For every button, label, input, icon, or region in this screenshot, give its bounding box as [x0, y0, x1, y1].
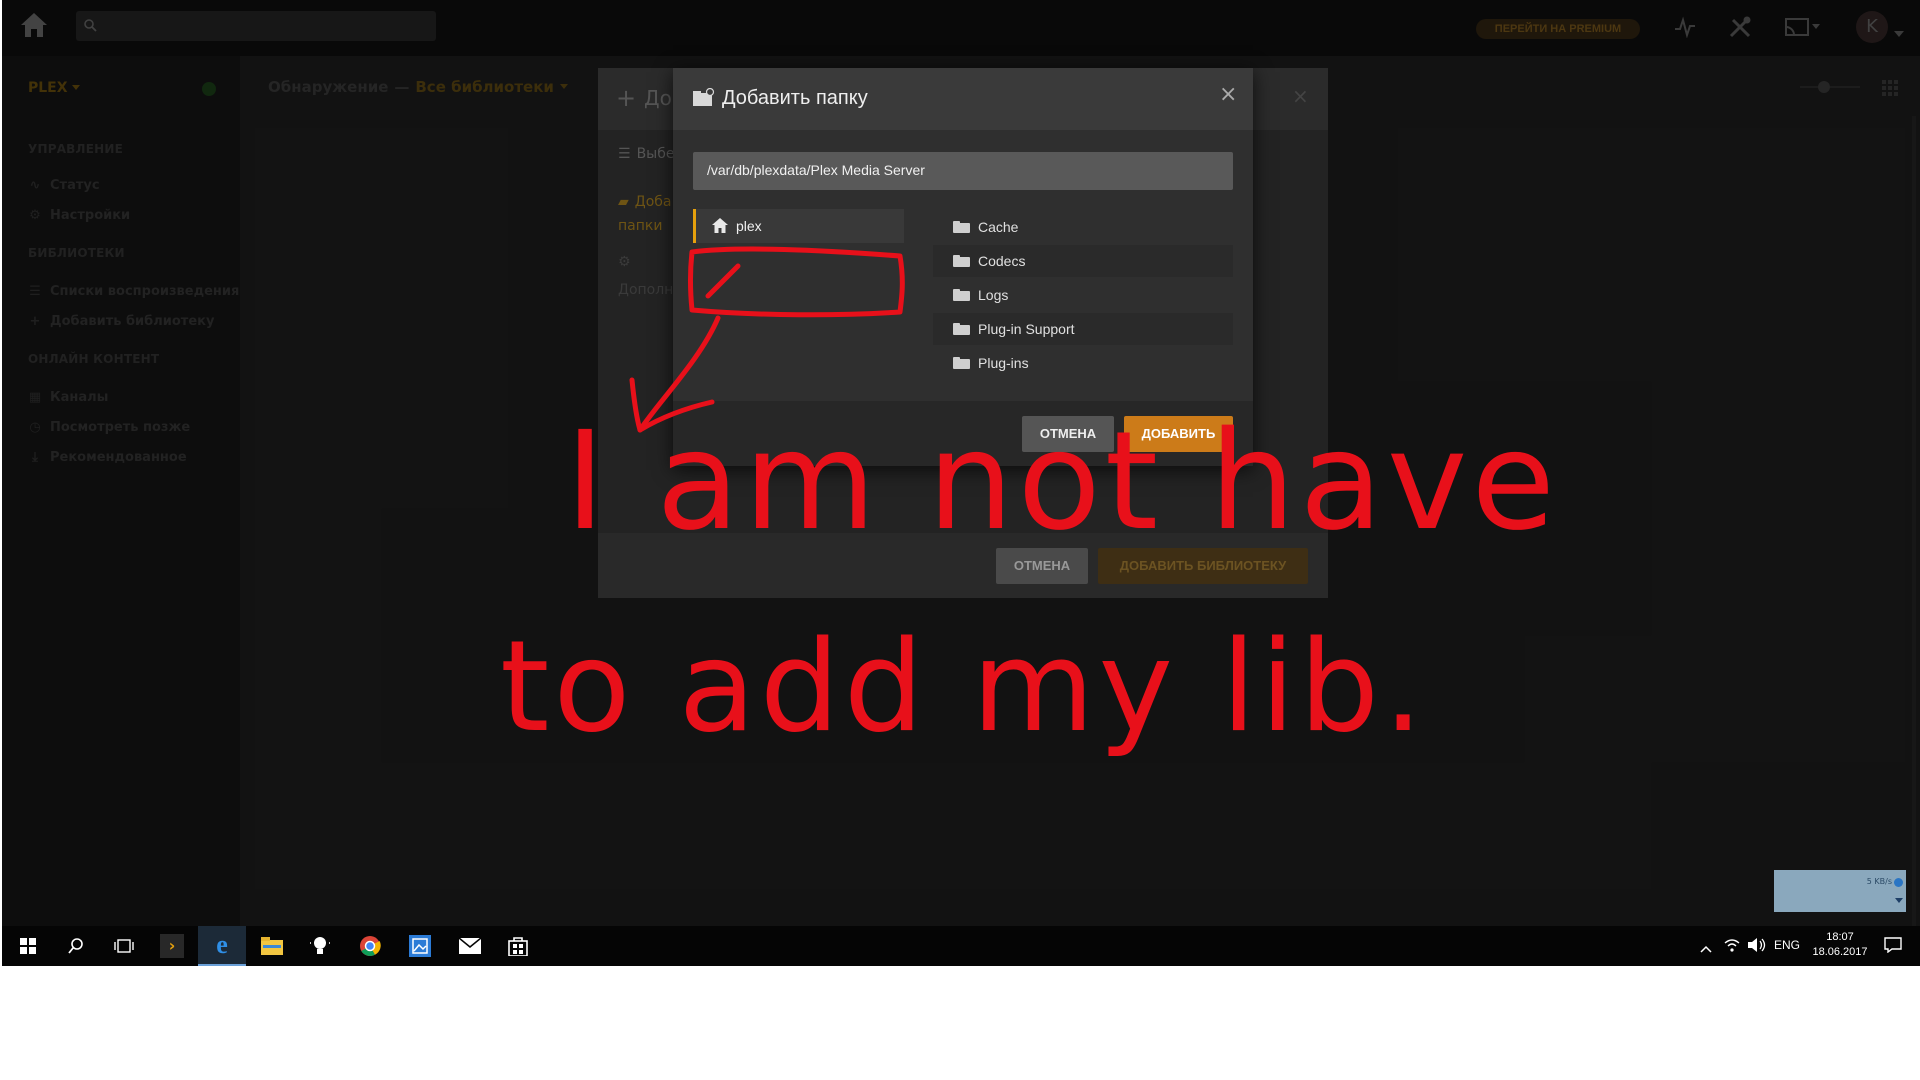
- clock-date: 18.06.2017: [1812, 946, 1868, 958]
- handwritten-annotation: I am not have to add my lib.: [500, 246, 1559, 760]
- notifications-icon[interactable]: [1884, 937, 1902, 957]
- file-explorer-icon[interactable]: [248, 926, 296, 966]
- photo-app-icon[interactable]: [396, 926, 444, 966]
- clock-time: 18:07: [1826, 931, 1854, 943]
- annotation-line1: I am not have: [565, 403, 1559, 561]
- search-icon[interactable]: [52, 926, 100, 966]
- plex-app-icon[interactable]: ›: [148, 926, 196, 966]
- check-mark: [705, 263, 741, 299]
- network-wifi-icon[interactable]: [1724, 937, 1740, 956]
- edge-browser-icon[interactable]: e: [198, 926, 246, 966]
- clock[interactable]: 18:07 18.06.2017: [1810, 930, 1870, 960]
- mail-icon[interactable]: [446, 926, 494, 966]
- volume-icon[interactable]: [1748, 937, 1766, 956]
- annotation-line2: to add my lib.: [500, 613, 1427, 760]
- show-hidden-icons-icon[interactable]: [1700, 938, 1712, 957]
- language-indicator[interactable]: ENG: [1774, 938, 1800, 952]
- taskbar: › e ENG 18:07 18.06.2017: [2, 926, 1920, 966]
- chrome-browser-icon[interactable]: [346, 926, 394, 966]
- task-view-icon[interactable]: [100, 926, 148, 966]
- lightbulb-app-icon[interactable]: [296, 926, 344, 966]
- store-icon[interactable]: [494, 926, 542, 966]
- windows-start-icon[interactable]: [4, 926, 52, 966]
